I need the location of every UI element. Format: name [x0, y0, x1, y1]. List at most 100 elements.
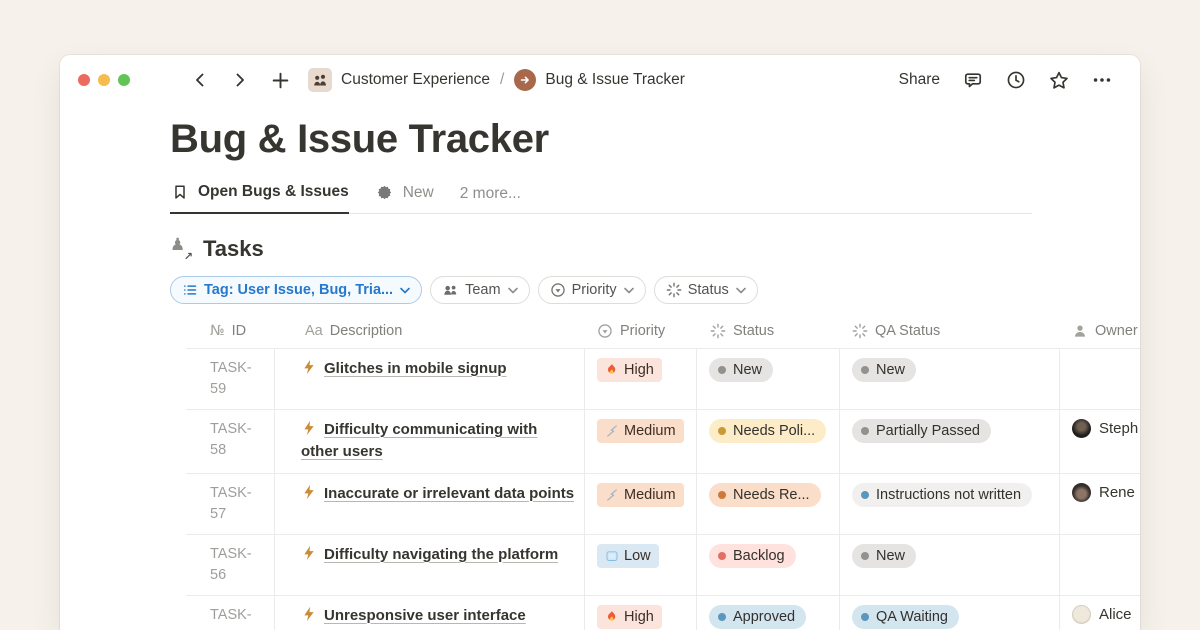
id-cell[interactable]: TASK-58 — [186, 410, 275, 473]
qa-status-cell[interactable]: New — [840, 349, 1060, 409]
priority-cell[interactable]: Medium — [585, 474, 697, 534]
priority-chip[interactable]: Medium — [597, 483, 684, 507]
spinner-icon — [852, 323, 868, 339]
priority-cell[interactable]: High — [585, 596, 697, 630]
task-description[interactable]: Inaccurate or irrelevant data points — [324, 485, 574, 502]
notion-window: Customer Experience / Bug & Issue Tracke… — [60, 55, 1140, 630]
status-chip[interactable]: Approved — [709, 605, 806, 629]
qa-status-label: New — [876, 362, 905, 378]
zoom-window-button[interactable] — [118, 74, 130, 86]
column-header-id[interactable]: № ID — [186, 314, 275, 348]
ellipsis-icon[interactable] — [1092, 70, 1112, 90]
status-chip[interactable]: Backlog — [709, 544, 796, 568]
priority-chip[interactable]: High — [597, 605, 662, 629]
share-button[interactable]: Share — [899, 71, 940, 89]
column-header-qa-status[interactable]: QA Status — [840, 314, 1060, 348]
task-description[interactable]: Unresponsive user interface — [324, 607, 526, 624]
filter-tag[interactable]: Tag: User Issue, Bug, Tria... — [170, 276, 422, 304]
table-body: TASK-59 Glitches in mobile signup High N… — [186, 348, 1140, 630]
table-row[interactable]: TASK-58 Difficulty communicating with ot… — [186, 409, 1140, 473]
priority-chip[interactable]: High — [597, 358, 662, 382]
status-cell[interactable]: Needs Re... — [697, 474, 840, 534]
table-row[interactable]: TASK-57 Inaccurate or irrelevant data po… — [186, 473, 1140, 534]
filter-status[interactable]: Status — [654, 276, 758, 304]
breadcrumb-workspace[interactable]: Customer Experience — [341, 71, 490, 89]
description-cell[interactable]: Difficulty navigating the platform — [275, 535, 585, 595]
status-chip[interactable]: Needs Poli... — [709, 419, 826, 443]
status-cell[interactable]: New — [697, 349, 840, 409]
breadcrumb-page[interactable]: Bug & Issue Tracker — [545, 71, 685, 89]
column-header-owner[interactable]: Owner — [1060, 314, 1140, 348]
column-header-status[interactable]: Status — [697, 314, 840, 348]
owner-cell[interactable] — [1060, 349, 1140, 409]
priority-cell[interactable]: Low — [585, 535, 697, 595]
priority-label: Medium — [624, 423, 676, 439]
close-window-button[interactable] — [78, 74, 90, 86]
workspace-icon[interactable] — [308, 68, 332, 92]
task-description[interactable]: Glitches in mobile signup — [324, 360, 507, 377]
tab-open-bugs-issues[interactable]: Open Bugs & Issues — [170, 182, 349, 214]
text-icon: Aa — [305, 323, 323, 339]
filter-priority[interactable]: Priority — [538, 276, 646, 304]
tab-more[interactable]: 2 more... — [460, 185, 521, 213]
priority-cell[interactable]: High — [585, 349, 697, 409]
column-header-priority[interactable]: Priority — [585, 314, 697, 348]
id-cell[interactable]: TASK-59 — [186, 349, 275, 409]
owner-cell[interactable]: Alice — [1060, 596, 1140, 630]
owner-cell[interactable] — [1060, 535, 1140, 595]
status-label: Needs Re... — [733, 487, 810, 503]
description-cell[interactable]: Difficulty communicating with other user… — [275, 410, 585, 473]
forward-icon[interactable] — [230, 70, 250, 90]
tab-new[interactable]: New — [375, 183, 434, 213]
priority-cell[interactable]: Medium — [585, 410, 697, 473]
owner-cell[interactable]: Rene — [1060, 474, 1140, 534]
qa-status-cell[interactable]: Instructions not written — [840, 474, 1060, 534]
qa-status-chip[interactable]: New — [852, 544, 916, 568]
priority-chip[interactable]: Medium — [597, 419, 684, 443]
status-cell[interactable]: Approved — [697, 596, 840, 630]
lightning-bolt-icon — [301, 420, 317, 436]
qa-status-chip[interactable]: Instructions not written — [852, 483, 1032, 507]
page-emoji-icon[interactable] — [514, 69, 536, 91]
minimize-window-button[interactable] — [98, 74, 110, 86]
back-icon[interactable] — [190, 70, 210, 90]
section-title[interactable]: Tasks — [203, 236, 264, 262]
id-cell[interactable]: TASK-57 — [186, 474, 275, 534]
table-row[interactable]: TASK-59 Glitches in mobile signup High N… — [186, 348, 1140, 409]
qa-status-cell[interactable]: New — [840, 535, 1060, 595]
qa-status-chip[interactable]: QA Waiting — [852, 605, 959, 629]
sidebar-toggle-icon[interactable] — [152, 70, 170, 90]
task-description[interactable]: Difficulty communicating with other user… — [301, 421, 537, 461]
lightning-bolt-icon — [301, 545, 317, 561]
filter-team[interactable]: Team — [430, 276, 529, 304]
column-header-description[interactable]: Aa Description — [275, 314, 585, 348]
priority-label: High — [624, 362, 654, 378]
status-cell[interactable]: Backlog — [697, 535, 840, 595]
description-cell[interactable]: Glitches in mobile signup — [275, 349, 585, 409]
id-cell[interactable]: TASK-56 — [186, 535, 275, 595]
qa-status-cell[interactable]: QA Waiting — [840, 596, 1060, 630]
qa-status-cell[interactable]: Partially Passed — [840, 410, 1060, 473]
qa-status-chip[interactable]: New — [852, 358, 916, 382]
owner-cell[interactable]: Steph — [1060, 410, 1140, 473]
table-row[interactable]: TASK- Unresponsive user interface High A… — [186, 595, 1140, 630]
owner-avatar — [1072, 605, 1091, 624]
status-chip[interactable]: Needs Re... — [709, 483, 821, 507]
clock-icon[interactable] — [1006, 70, 1026, 90]
priority-label: High — [624, 609, 654, 625]
status-dot — [718, 427, 726, 435]
table-row[interactable]: TASK-56 Difficulty navigating the platfo… — [186, 534, 1140, 595]
new-page-icon[interactable] — [270, 70, 290, 90]
status-dot — [718, 491, 726, 499]
qa-status-chip[interactable]: Partially Passed — [852, 419, 991, 443]
status-dot — [718, 366, 726, 374]
comments-icon[interactable] — [963, 70, 983, 90]
priority-chip[interactable]: Low — [597, 544, 659, 568]
id-cell[interactable]: TASK- — [186, 596, 275, 630]
task-description[interactable]: Difficulty navigating the platform — [324, 546, 558, 563]
description-cell[interactable]: Inaccurate or irrelevant data points — [275, 474, 585, 534]
status-chip[interactable]: New — [709, 358, 773, 382]
description-cell[interactable]: Unresponsive user interface — [275, 596, 585, 630]
status-cell[interactable]: Needs Poli... — [697, 410, 840, 473]
star-icon[interactable] — [1049, 70, 1069, 90]
